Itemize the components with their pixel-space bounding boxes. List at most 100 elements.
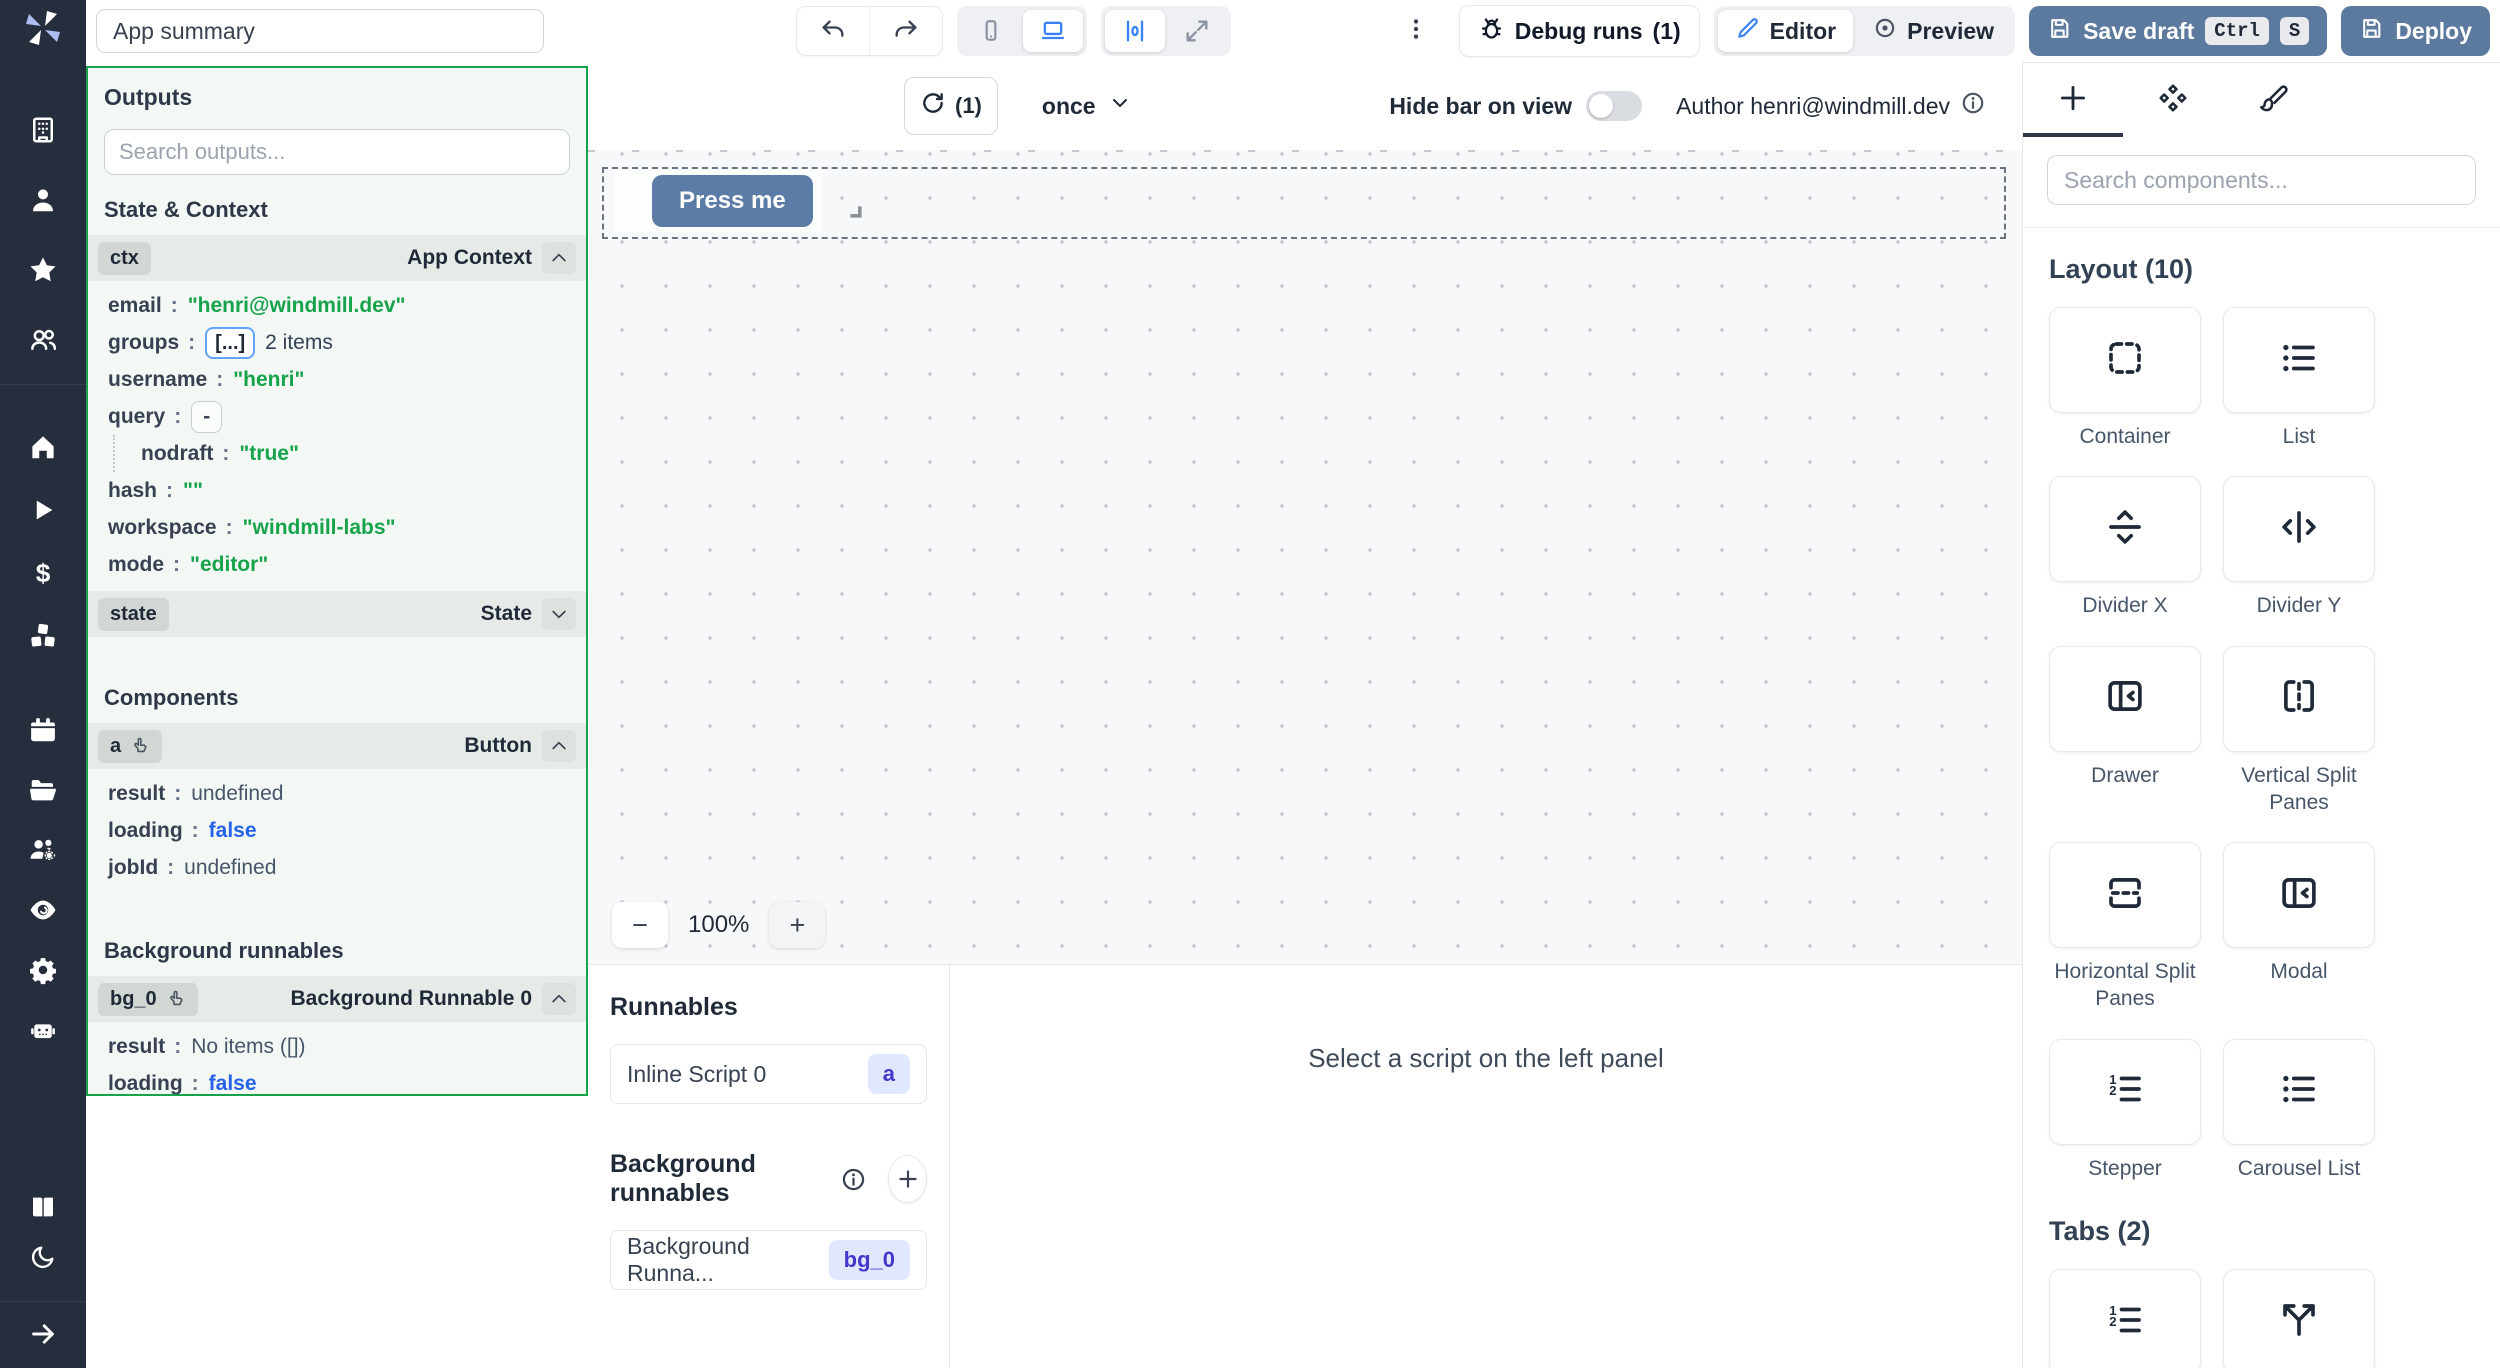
refresh-button[interactable]: (1) bbox=[904, 77, 998, 135]
windmill-logo[interactable] bbox=[21, 6, 65, 50]
output-row: workspace "windmill-labs" bbox=[88, 509, 586, 546]
groups-admin-icon[interactable] bbox=[25, 832, 61, 868]
info-icon[interactable] bbox=[840, 1166, 867, 1193]
component-a-row-header[interactable]: a Button bbox=[88, 723, 586, 769]
save-draft-button[interactable]: Save draft Ctrl S bbox=[2029, 6, 2327, 56]
app-canvas[interactable]: Press me − 100% + bbox=[588, 150, 2022, 964]
resize-handle[interactable] bbox=[847, 203, 865, 226]
schedules-icon[interactable] bbox=[25, 712, 61, 748]
inline-script-item[interactable]: Inline Script 0 a bbox=[610, 1044, 927, 1104]
redo-button[interactable] bbox=[869, 7, 942, 55]
component-card-vertical-split-panes[interactable]: Vertical Split Panes bbox=[2223, 646, 2375, 817]
zoom-out-button[interactable]: − bbox=[612, 902, 668, 948]
tab-theme-styling[interactable] bbox=[2223, 63, 2323, 137]
expand-sidebar-icon[interactable] bbox=[25, 1316, 61, 1352]
output-row: mode "editor" bbox=[88, 546, 586, 583]
svg-text:2: 2 bbox=[2109, 1083, 2116, 1098]
desktop-view-button[interactable] bbox=[1023, 10, 1083, 52]
zoom-in-button[interactable]: + bbox=[769, 902, 825, 948]
mobile-view-button[interactable] bbox=[961, 10, 1021, 52]
toggle-knob bbox=[1589, 94, 1613, 118]
more-options-button[interactable] bbox=[1403, 16, 1429, 47]
runs-icon[interactable] bbox=[25, 492, 61, 528]
component-card-tabs[interactable]: 12 bbox=[2049, 1269, 2201, 1368]
variables-icon[interactable]: $ bbox=[25, 555, 61, 591]
component-card-list[interactable]: List bbox=[2223, 307, 2375, 450]
state-row-header[interactable]: state State bbox=[88, 591, 586, 637]
ai-assistant-icon[interactable] bbox=[25, 1012, 61, 1048]
bg0-row-header[interactable]: bg_0 Background Runnable 0 bbox=[88, 976, 586, 1022]
editor-center-column: (1) once Hide bar on view Author henri@w… bbox=[588, 62, 2022, 1368]
undo-button[interactable] bbox=[797, 7, 869, 55]
detail-placeholder: Select a script on the left panel bbox=[1308, 1043, 1664, 1074]
top-toolbar: Debug runs (1) Editor Preview Save draft… bbox=[86, 0, 2500, 62]
deploy-button[interactable]: Deploy bbox=[2341, 6, 2490, 56]
component-card-container[interactable]: Container bbox=[2049, 307, 2201, 450]
component-card-conditional-tabs[interactable] bbox=[2223, 1269, 2375, 1368]
info-icon[interactable] bbox=[1960, 90, 1986, 122]
center-content-button[interactable] bbox=[1105, 10, 1165, 52]
chevron-up-icon[interactable] bbox=[542, 242, 576, 274]
empty-object-badge[interactable]: - bbox=[191, 401, 222, 433]
selected-row-outline[interactable]: Press me bbox=[602, 167, 2006, 239]
script-detail-panel: Select a script on the left panel bbox=[950, 965, 2022, 1368]
editor-tab[interactable]: Editor bbox=[1718, 10, 1853, 52]
chevron-down-icon bbox=[1108, 91, 1132, 121]
ctx-row-header[interactable]: ctx App Context bbox=[88, 235, 586, 281]
button-component-cell[interactable]: Press me bbox=[615, 170, 823, 232]
chevron-down-icon[interactable] bbox=[542, 598, 576, 630]
debug-runs-button[interactable]: Debug runs (1) bbox=[1459, 5, 1700, 57]
add-background-runnable-button[interactable] bbox=[888, 1155, 927, 1203]
outputs-panel: Outputs State & Context ctx App Context … bbox=[86, 66, 588, 1096]
search-components-input[interactable] bbox=[2047, 155, 2476, 205]
press-me-button[interactable]: Press me bbox=[652, 175, 813, 227]
component-card-divider-y[interactable]: Divider Y bbox=[2223, 476, 2375, 619]
workspace-icon[interactable] bbox=[25, 112, 61, 148]
audit-logs-icon[interactable] bbox=[25, 892, 61, 928]
component-card-drawer[interactable]: Drawer bbox=[2049, 646, 2201, 817]
settings-icon[interactable] bbox=[25, 952, 61, 988]
tab-insert-component[interactable] bbox=[2023, 63, 2123, 137]
app-summary-input[interactable] bbox=[96, 9, 544, 53]
user-icon[interactable] bbox=[25, 182, 61, 218]
list-icon bbox=[2278, 337, 2320, 384]
preview-tab[interactable]: Preview bbox=[1855, 10, 2011, 52]
folders-icon[interactable] bbox=[25, 772, 61, 808]
schedule-dropdown[interactable]: once bbox=[1042, 91, 1132, 121]
hide-bar-toggle[interactable] bbox=[1586, 91, 1642, 121]
plus-icon bbox=[2056, 81, 2090, 120]
docs-icon[interactable] bbox=[25, 1189, 61, 1225]
component-card-stepper[interactable]: 12 Stepper bbox=[2049, 1039, 2201, 1182]
canvas-zoom-controls: − 100% + bbox=[612, 902, 825, 948]
component-card-divider-x[interactable]: Divider X bbox=[2049, 476, 2201, 619]
bottom-panel: Runnables Inline Script 0 a Background r… bbox=[588, 964, 2022, 1368]
component-card-horizontal-split-panes[interactable]: Horizontal Split Panes bbox=[2049, 842, 2201, 1013]
kbd-ctrl: Ctrl bbox=[2205, 17, 2269, 45]
fullscreen-button[interactable] bbox=[1167, 10, 1227, 52]
schedule-value: once bbox=[1042, 93, 1096, 120]
resources-icon[interactable] bbox=[25, 618, 61, 654]
tab-component-settings[interactable] bbox=[2123, 63, 2223, 137]
save-icon bbox=[2047, 16, 2072, 47]
component-card-modal[interactable]: Modal bbox=[2223, 842, 2375, 1013]
output-row: username "henri" bbox=[88, 361, 586, 398]
divider-x-icon bbox=[2104, 506, 2146, 553]
expand-array-badge[interactable]: [...] bbox=[205, 327, 255, 359]
home-icon[interactable] bbox=[25, 429, 61, 465]
chevron-up-icon[interactable] bbox=[542, 730, 576, 762]
kbd-s: S bbox=[2280, 17, 2309, 45]
divider-y-icon bbox=[2278, 506, 2320, 553]
favorites-icon[interactable] bbox=[25, 252, 61, 288]
sidebar-divider-bottom bbox=[0, 1301, 86, 1302]
editor-preview-group: Editor Preview bbox=[1714, 6, 2015, 56]
carousel-list-icon bbox=[2278, 1068, 2320, 1115]
groups-icon[interactable] bbox=[25, 322, 61, 358]
sidebar-top-group bbox=[25, 112, 61, 358]
component-card-carousel-list[interactable]: Carousel List bbox=[2223, 1039, 2375, 1182]
chevron-up-icon[interactable] bbox=[542, 983, 576, 1015]
background-runnable-item[interactable]: Background Runna... bg_0 bbox=[610, 1230, 927, 1290]
vertical-split-icon bbox=[2278, 675, 2320, 722]
dark-mode-icon[interactable] bbox=[25, 1239, 61, 1275]
debug-runs-label: Debug runs bbox=[1515, 18, 1643, 45]
search-outputs-input[interactable] bbox=[104, 129, 570, 175]
